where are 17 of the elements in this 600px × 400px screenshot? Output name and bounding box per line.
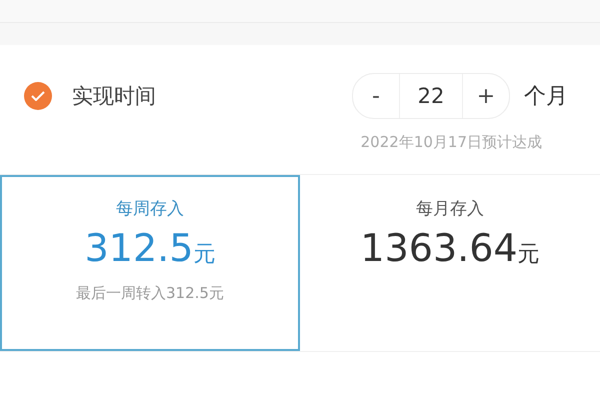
option-label: 实现时间 (72, 83, 157, 110)
unit-label: 个月 (524, 83, 568, 111)
plan-option[interactable]: 每周存入 312.5元 最后一周转入312.5元 (0, 175, 300, 351)
plan-title: 每月存入 (416, 198, 484, 220)
decrement-button[interactable]: - (353, 74, 399, 118)
plan-note: 最后一周转入312.5元 (76, 284, 224, 303)
currency-unit: 元 (193, 241, 216, 269)
target-date: 2022年10月17日预计达成 (360, 133, 542, 152)
check-icon (31, 91, 45, 101)
plan-title: 每周存入 (116, 198, 184, 220)
currency-unit: 元 (518, 241, 540, 269)
checkbox[interactable] (24, 82, 52, 110)
plan-option[interactable]: 每月存入 1363.64元 (300, 175, 600, 351)
plan-amount: 1363.64 (360, 226, 518, 270)
increment-button[interactable]: + (463, 74, 509, 118)
month-value[interactable]: 22 (399, 74, 463, 118)
plan-amount: 312.5 (84, 226, 194, 270)
